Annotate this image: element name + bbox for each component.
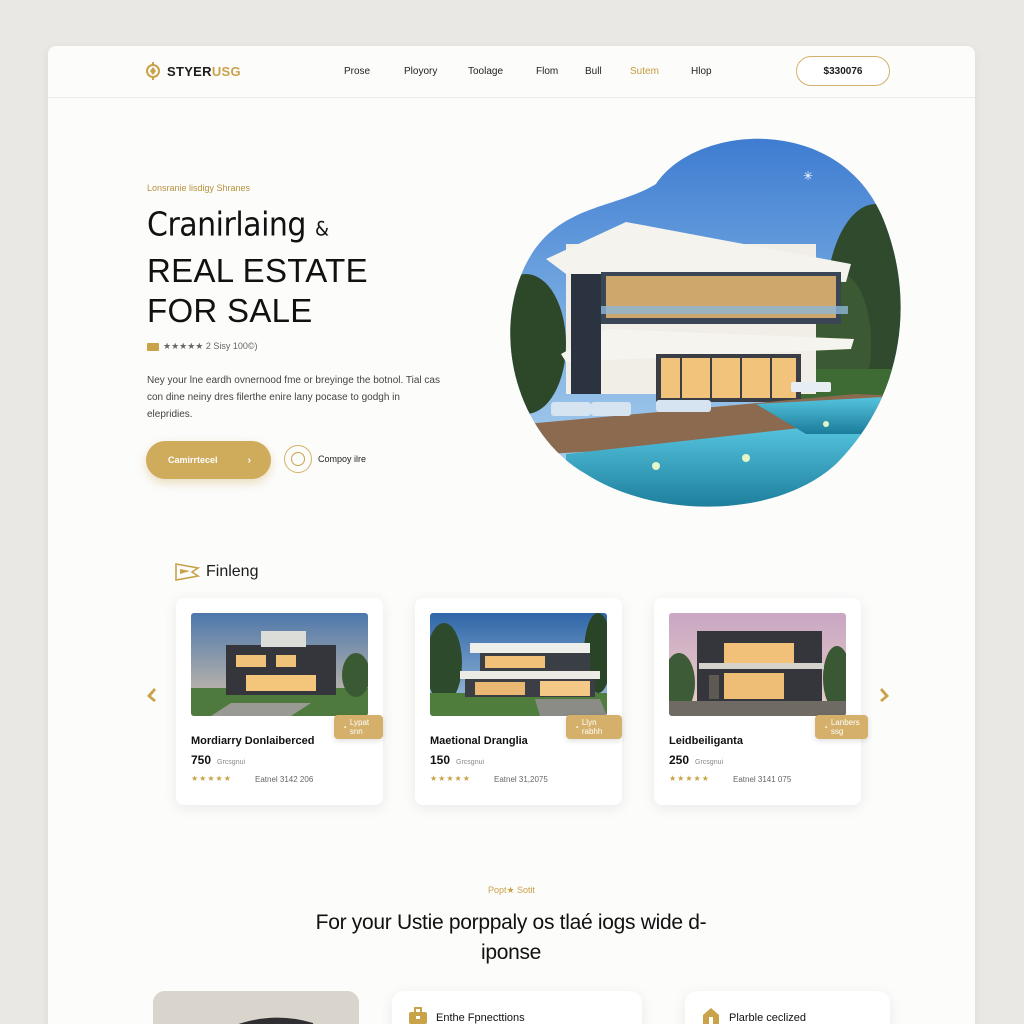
property-badge-text: Lypat snn [349, 718, 370, 736]
property-name: Mordiarry Donlaiberced [191, 735, 315, 747]
property-image [191, 613, 368, 716]
property-image [430, 613, 607, 716]
hero-title-script: Cranirlaing & [147, 206, 329, 245]
home-icon [703, 1008, 719, 1024]
property-badge-text: Llyn rabhh [581, 718, 603, 736]
tag-icon: ◔ [342, 722, 347, 732]
feature-card[interactable]: Plarble ceclized [685, 991, 890, 1024]
compare-label: Compoy ilre [318, 454, 367, 464]
nav-link-flom[interactable]: Flom [536, 66, 585, 77]
chevron-right-icon: › [247, 454, 251, 466]
featured-heading-text: Finleng [206, 563, 259, 580]
primary-cta-label: Camirrtecel [168, 455, 218, 465]
feature-card[interactable]: Enthe Fpnecttions [392, 991, 642, 1024]
property-name: Leidbeiliganta [669, 735, 743, 747]
property-card[interactable]: ◔ Lypat snn Mordiarry Donlaiberced 750 Gr… [176, 598, 383, 805]
nav-link-hlop[interactable]: Hlop [691, 66, 731, 77]
flag-icon [175, 563, 200, 581]
nav-link-prose[interactable]: Prose [344, 66, 404, 77]
nav-link-toolage[interactable]: Toolage [468, 66, 536, 77]
property-card[interactable]: ◔ Lanbers ssg Leidbeiliganta 250 Grcsgnui… [654, 598, 868, 805]
property-badge: ◔ Lanbers ssg [815, 715, 868, 739]
phone-button[interactable]: $330076 [796, 56, 890, 86]
hero-house-image: ✳ [510, 138, 901, 507]
property-size: 250 Grcsgnui [669, 753, 724, 767]
main-nav: Prose Ployory Toolage Flom Bull Sutem Hl… [344, 66, 731, 77]
hero-eyebrow: Lonsranie lisdigy Shranes [147, 183, 251, 193]
logo-icon [146, 62, 160, 80]
property-badge: ◔ Llyn rabhh [566, 715, 622, 739]
section-title: For your Ustie porppaly os tlaé iogs wid… [315, 911, 707, 964]
interior-photo [153, 991, 359, 1024]
tag-icon [147, 342, 159, 351]
property-size: 750 Grcsgnui [191, 753, 246, 767]
property-rating: ★★★★★ [191, 774, 232, 783]
section-eyebrow: Popt★ Sotit [487, 885, 536, 895]
property-rating: ★★★★★ [669, 774, 710, 783]
property-card[interactable]: ◔ Llyn rabhh Maetional Dranglia 150 Grcsg… [415, 598, 622, 805]
property-price: Eatnel 3141 075 [733, 775, 792, 784]
page: STYERUSG Prose Ployory Toolage Flom Bull… [48, 46, 975, 1024]
nav-link-ployory[interactable]: Ployory [404, 66, 468, 77]
tag-icon: ◔ [823, 722, 828, 732]
primary-cta-button[interactable]: Camirrtecel › [146, 441, 271, 479]
logo-text: STYERUSG [167, 63, 241, 79]
hero-rating: ★★★★★ 2 Sisy 100©) [147, 341, 258, 352]
hero-description: Ney your lne eardh ovnernood fme or brey… [147, 375, 440, 420]
property-price: Eatnel 31,2075 [494, 775, 548, 784]
property-badge: ◔ Lypat snn [334, 715, 383, 739]
feature-card-label: Plarble ceclized [729, 1012, 807, 1024]
carousel-prev-icon[interactable] [144, 686, 158, 704]
hero-rating-text: ★★★★★ 2 Sisy 100©) [163, 341, 258, 351]
nav-link-bull[interactable]: Bull [585, 66, 630, 77]
property-badge-text: Lanbers ssg [830, 718, 860, 736]
compare-link[interactable]: Compoy ilre [284, 445, 366, 473]
sofa-image [153, 991, 359, 1024]
tag-icon: ◔ [574, 722, 579, 732]
logo[interactable]: STYERUSG [145, 62, 241, 80]
property-name: Maetional Dranglia [430, 735, 528, 747]
property-image [669, 613, 846, 716]
property-size: 150 Grcsgnui [430, 753, 485, 767]
feature-card-label: Enthe Fpnecttions [436, 1012, 525, 1024]
hero-title: REAL ESTATE FOR SALE [147, 252, 368, 329]
property-price: Eatnel 3142 206 [255, 775, 314, 784]
svg-text:✳: ✳ [803, 169, 813, 183]
carousel-next-icon[interactable] [878, 686, 892, 704]
header: STYERUSG Prose Ployory Toolage Flom Bull… [48, 46, 975, 98]
compare-icon [284, 445, 312, 473]
property-rating: ★★★★★ [430, 774, 471, 783]
nav-link-sutem[interactable]: Sutem [630, 66, 691, 77]
featured-heading: Finleng [174, 562, 258, 582]
briefcase-icon [409, 1007, 427, 1024]
